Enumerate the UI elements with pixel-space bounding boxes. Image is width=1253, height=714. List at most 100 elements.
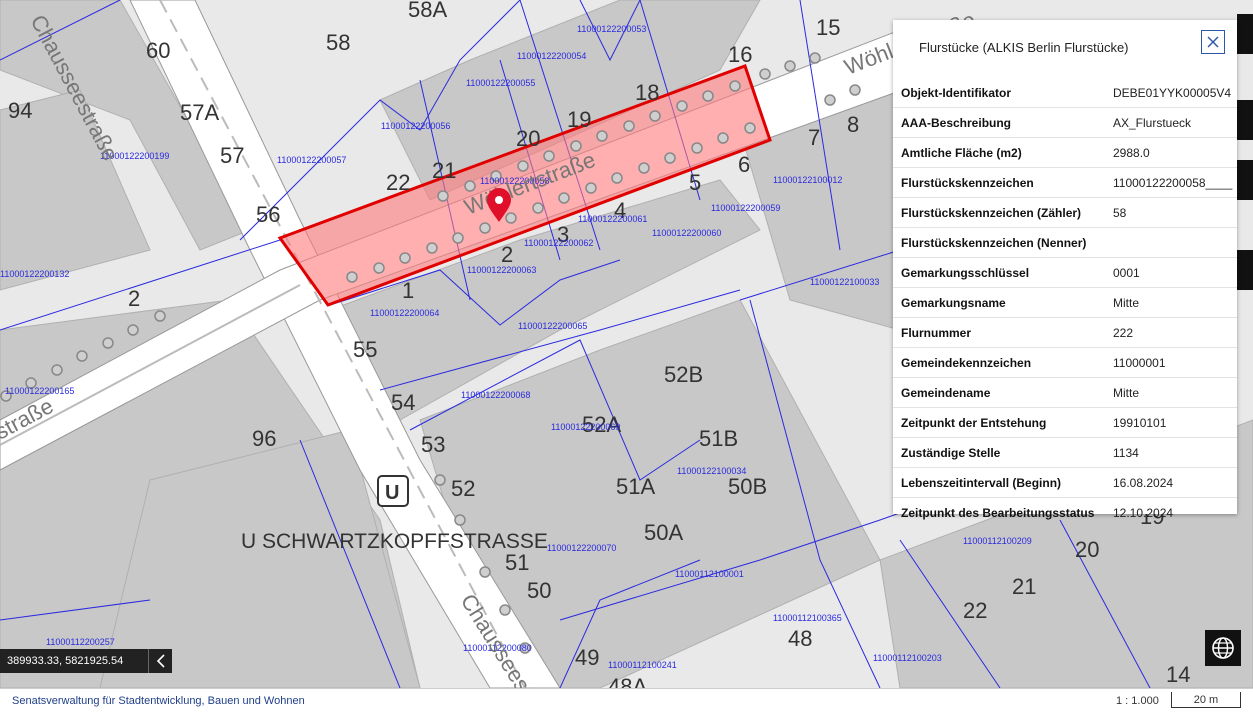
attribute-key: Gemarkungsschlüssel xyxy=(901,266,1030,280)
house-number: 58A xyxy=(408,0,447,22)
house-number: 7 xyxy=(808,125,820,150)
house-number: 15 xyxy=(816,15,840,40)
attribute-table: Objekt-Identifikator DEBE01YYK00005V4 AAA… xyxy=(893,78,1237,527)
attribute-key: Lebenszeitintervall (Beginn) xyxy=(901,476,1062,490)
attribute-key: Zeitpunkt der Entstehung xyxy=(901,416,1047,430)
coordinate-toggle-button[interactable] xyxy=(148,649,172,673)
popup-title: Flurstücke (ALKIS Berlin Flurstücke) xyxy=(919,40,1129,55)
house-number: 60 xyxy=(146,38,170,63)
parcel-id: 11000122200057 xyxy=(277,155,346,165)
table-row: AAA-Beschreibung AX_Flurstueck xyxy=(893,108,1237,138)
table-row: Zeitpunkt der Entstehung 19910101 xyxy=(893,408,1237,438)
house-number: 2 xyxy=(501,242,513,267)
house-number: 19 xyxy=(567,107,591,132)
house-number: 51 xyxy=(505,550,529,575)
attribute-value: 222 xyxy=(1113,326,1134,340)
house-number: 20 xyxy=(1075,537,1099,562)
map-control-strip xyxy=(1237,250,1253,290)
table-row: Flurstückskennzeichen 11000122200058____ xyxy=(893,168,1237,198)
house-number: 14 xyxy=(1166,662,1190,687)
parcel-id: 11000122200132 xyxy=(0,269,69,279)
house-number: 56 xyxy=(256,202,280,227)
globe-button[interactable] xyxy=(1205,630,1241,666)
house-number: 50A xyxy=(644,520,683,545)
parcel-id: 11000122200065 xyxy=(518,321,587,331)
table-row: Gemarkungsschlüssel 0001 xyxy=(893,258,1237,288)
map-control-strip xyxy=(1237,100,1253,140)
parcel-id: 11000122100034 xyxy=(677,466,746,476)
globe-icon xyxy=(1212,637,1234,659)
scale-ratio: 1 : 1.000 xyxy=(1116,695,1159,707)
parcel-id: 11000122200068 xyxy=(461,390,530,400)
house-number: 21 xyxy=(432,158,456,183)
parcel-id: 11000122200063 xyxy=(467,265,536,275)
house-number: 2 xyxy=(128,286,140,311)
coordinate-readout: 389933.33, 5821925.54 xyxy=(0,649,148,673)
house-number: 6 xyxy=(738,152,750,177)
table-row: Flurstückskennzeichen (Nenner) xyxy=(893,228,1237,258)
attribute-value: 1134 xyxy=(1113,446,1139,460)
attribute-value: 12.10.2024 xyxy=(1113,506,1174,520)
station-name: U SCHWARTZKOPFFSTRASSE xyxy=(241,530,548,553)
parcel-id: 11000112100209 xyxy=(963,536,1032,546)
table-row: Gemeindename Mitte xyxy=(893,378,1237,408)
u-bahn-icon: U xyxy=(377,475,409,507)
attribute-key: Gemeindekennzeichen xyxy=(901,356,1032,370)
parcel-id: 11000122200165 xyxy=(5,386,74,396)
table-row: Objekt-Identifikator DEBE01YYK00005V4 xyxy=(893,78,1237,108)
attribute-value: AX_Flurstueck xyxy=(1113,116,1192,130)
house-number: 22 xyxy=(386,170,410,195)
house-number: 52 xyxy=(451,476,475,501)
attribute-key: Zeitpunkt des Bearbeitungsstatus xyxy=(901,506,1095,520)
table-row: Lebenszeitintervall (Beginn) 16.08.2024 xyxy=(893,468,1237,498)
table-row: Amtliche Fläche (m2) 2988.0 xyxy=(893,138,1237,168)
house-number: 52B xyxy=(664,362,703,387)
table-row: Gemarkungsname Mitte xyxy=(893,288,1237,318)
close-button[interactable] xyxy=(1201,30,1225,54)
close-icon xyxy=(1207,36,1219,48)
house-number: 16 xyxy=(728,42,752,67)
house-number: 51A xyxy=(616,474,655,499)
attribute-key: Flurstückskennzeichen (Nenner) xyxy=(901,236,1087,250)
attribute-value: 11000001 xyxy=(1113,356,1166,370)
attribution-link[interactable]: Senatsverwaltung für Stadtentwicklung, B… xyxy=(12,695,305,707)
attribute-value: 0001 xyxy=(1113,266,1140,280)
attribute-key: Flurstückskennzeichen (Zähler) xyxy=(901,206,1082,220)
attribute-key: Gemeindename xyxy=(901,386,991,400)
house-number: 5 xyxy=(689,170,701,195)
parcel-id: 11000112100001 xyxy=(675,569,744,579)
house-number: 50 xyxy=(527,578,551,603)
parcel-id: 11000122200055 xyxy=(466,78,535,88)
attribute-key: AAA-Beschreibung xyxy=(901,116,1012,130)
feature-info-popup: Flurstücke (ALKIS Berlin Flurstücke) Obj… xyxy=(893,20,1237,520)
house-number: 21 xyxy=(1012,574,1036,599)
attribute-key: Objekt-Identifikator xyxy=(901,86,1012,100)
attribute-value: 19910101 xyxy=(1113,416,1167,430)
parcel-id: 11000112100241 xyxy=(608,660,677,670)
house-number: 48 xyxy=(788,626,812,651)
parcel-id: 11000112200257 xyxy=(46,637,115,647)
house-number: 49 xyxy=(575,645,599,670)
table-row: Flurnummer 222 xyxy=(893,318,1237,348)
parcel-id: 11000122100012 xyxy=(773,175,842,185)
parcel-id: 11000122200053 xyxy=(577,24,646,34)
parcel-id: 11000122200059 xyxy=(711,203,780,213)
parcel-id: 11000122200064 xyxy=(370,308,439,318)
scale-bar: 20 m xyxy=(1171,692,1241,708)
house-number: 51B xyxy=(699,426,738,451)
house-number: 8 xyxy=(847,112,859,137)
attribute-value: Mitte xyxy=(1113,296,1140,310)
svg-text:U: U xyxy=(385,482,399,504)
parcel-id: 11000112100203 xyxy=(873,653,942,663)
table-row: Zuständige Stelle 1134 xyxy=(893,438,1237,468)
attribute-value: 2988.0 xyxy=(1113,146,1150,160)
attribute-key: Flurstückskennzeichen xyxy=(901,176,1034,190)
attribute-value: 11000122200058____ xyxy=(1113,176,1233,190)
house-number: 1 xyxy=(402,278,414,303)
attribute-value: Mitte xyxy=(1113,386,1140,400)
map-control-strip xyxy=(1237,14,1253,54)
house-number: 53 xyxy=(421,432,445,457)
parcel-id: 11000122200056 xyxy=(381,121,450,131)
house-number: 94 xyxy=(8,98,32,123)
attribute-key: Gemarkungsname xyxy=(901,296,1006,310)
